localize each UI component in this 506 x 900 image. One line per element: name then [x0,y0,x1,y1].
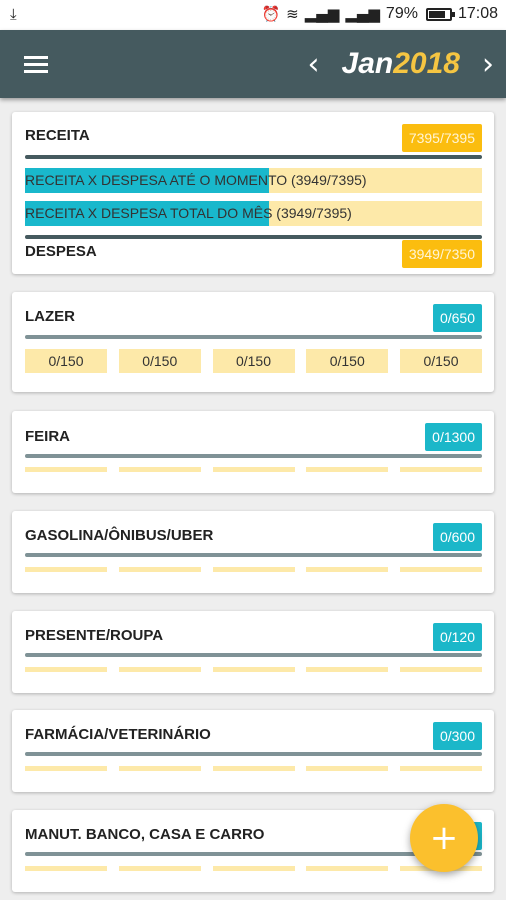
subcategory-bar [118,667,201,672]
category-card-feira[interactable]: FEIRA 0/1300 [12,411,494,493]
subcategory-bar [212,567,295,572]
progress-total-text: RECEITA X DESPESA TOTAL DO MÊS (3949/739… [25,205,352,221]
subcategory-chip[interactable]: 0/150 [118,349,201,373]
wifi-icon: ≋ [286,5,299,23]
subcategory-row: 0/150 0/150 0/150 0/150 0/150 [25,349,482,373]
subcategory-bar [118,467,201,472]
status-bar: ⤓ ⏰ ≋ ▂▄▆ ▂▄▆ 79% 17:08 [0,0,506,30]
category-card-presente[interactable]: PRESENTE/ROUPA 0/120 [12,611,494,693]
subcategory-bar [306,667,389,672]
subcategory-chip[interactable]: 0/150 [400,349,482,373]
receita-badge: 7395/7395 [401,124,482,152]
chevron-left-icon[interactable]: ‹ [296,30,332,98]
subcategory-bar [25,667,107,672]
category-rule [25,653,482,657]
subcategory-row [25,567,482,572]
subcategory-bar [400,567,482,572]
category-badge: 0/650 [432,304,482,332]
battery-percent: 79% [385,5,418,22]
progress-total-month: RECEITA X DESPESA TOTAL DO MÊS (3949/739… [25,201,482,226]
signal-icon: ▂▄▆ [304,5,340,23]
subcategory-bar [25,467,107,472]
category-rule [25,553,482,557]
category-badge: 0/1300 [425,423,482,451]
battery-icon [425,7,455,21]
despesa-badge: 3949/7350 [401,240,482,268]
category-badge: 0/600 [432,523,482,551]
alarm-icon: ⏰ [261,5,281,23]
category-title: FEIRA [25,428,70,445]
clock: 17:08 [457,5,498,22]
plus-icon: + [429,818,459,858]
app-bar: ‹ Jan2018 › [0,30,506,98]
progress-current-month: RECEITA X DESPESA ATÉ O MOMENTO (3949/73… [25,168,482,193]
download-icon: ⤓ [10,5,17,23]
category-badge: 0/120 [432,623,482,651]
subcategory-bar [400,766,482,771]
month-title: Jan2018 [332,47,470,81]
subcategory-bar [25,567,107,572]
subcategory-bar [118,567,201,572]
category-title: LAZER [25,308,75,325]
category-title: MANUT. BANCO, CASA E CARRO [25,826,265,843]
subcategory-bar [306,866,389,871]
category-rule [25,335,482,339]
subcategory-bar [118,766,201,771]
subcategory-bar [306,467,389,472]
subcategory-chip[interactable]: 0/150 [212,349,295,373]
hamburger-menu-icon[interactable] [14,46,58,82]
summary-card[interactable]: RECEITA 7395/7395 RECEITA X DESPESA ATÉ … [12,112,494,274]
category-title: PRESENTE/ROUPA [25,627,164,644]
chevron-right-icon[interactable]: › [470,30,506,98]
add-button[interactable]: + [410,804,478,872]
receita-rule [25,155,482,159]
subcategory-bar [306,766,389,771]
despesa-label: DESPESA [25,243,97,260]
subcategory-chip[interactable]: 0/150 [306,349,389,373]
receita-label: RECEITA [25,127,90,144]
month-year: 2018 [393,47,460,80]
signal-icon-2: ▂▄▆ [345,5,380,23]
category-card-gasolina[interactable]: GASOLINA/ÔNIBUS/UBER 0/600 [12,511,494,593]
subcategory-row [25,467,482,472]
subcategory-chip[interactable]: 0/150 [25,349,107,373]
subcategory-bar [400,467,482,472]
category-rule [25,454,482,458]
month-name: Jan [341,47,394,80]
category-rule [25,752,482,756]
category-card-lazer[interactable]: LAZER 0/650 0/150 0/150 0/150 0/150 0/15… [12,292,494,392]
subcategory-bar [212,667,295,672]
category-card-farmacia[interactable]: FARMÁCIA/VETERINÁRIO 0/300 [12,710,494,792]
subcategory-bar [212,467,295,472]
category-badge: 0/300 [432,722,482,750]
category-title: FARMÁCIA/VETERINÁRIO [25,726,211,743]
subcategory-bar [118,866,201,871]
subcategory-bar [212,766,295,771]
month-navigator: ‹ Jan2018 › [296,30,506,98]
subcategory-bar [25,766,107,771]
subcategory-row [25,866,482,871]
subcategory-row [25,667,482,672]
category-title: GASOLINA/ÔNIBUS/UBER [25,527,214,544]
progress-current-text: RECEITA X DESPESA ATÉ O MOMENTO (3949/73… [25,172,367,188]
subcategory-bar [212,866,295,871]
subcategory-bar [400,667,482,672]
subcategory-bar [306,567,389,572]
subcategory-bar [25,866,107,871]
despesa-rule [25,235,482,239]
subcategory-row [25,766,482,771]
